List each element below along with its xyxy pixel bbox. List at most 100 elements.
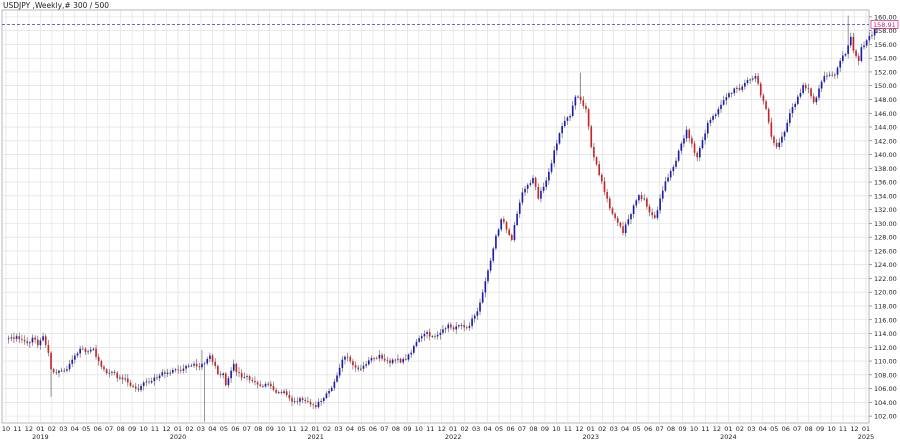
candle-body [190,365,193,367]
candle-body [179,370,182,371]
candle-body [214,361,217,366]
candle-body [664,181,667,191]
candle-body [383,358,386,361]
candle-body [863,45,865,48]
candle-body [775,142,778,147]
candle-body [558,133,561,144]
candle-body [124,378,126,380]
candle-body [254,381,256,383]
x-month-label: 10 [415,425,423,433]
candle-body [150,381,153,383]
candle-body [277,392,280,393]
x-month-label: 09 [541,425,549,433]
candle-body [76,353,79,356]
candle-body [593,146,595,158]
candle-body [111,371,113,373]
candle-body [796,96,799,104]
candle-body [240,372,243,378]
candle-body [415,341,418,347]
candle-body [103,366,105,370]
y-tick-label: 118.00 [874,302,897,310]
candle-body [203,363,206,365]
candle-body [603,181,606,193]
x-month-label: 12 [25,425,33,433]
candle-body [585,105,587,110]
candle-body [375,358,378,360]
candle-body [696,152,698,158]
candle-body [172,369,174,373]
candle-body [34,337,36,340]
y-tick-label: 136.00 [874,179,897,187]
candle-body [447,324,450,329]
x-month-label: 01 [174,425,182,433]
candle-body [736,87,738,89]
candle-body [807,88,810,90]
candle-body [13,337,15,339]
candle-body [436,334,439,337]
candle-body [439,332,442,335]
candle-body [283,391,285,394]
x-month-label: 02 [185,425,193,433]
candle-body [129,382,132,386]
candle-body [571,105,574,117]
candle-body [320,400,322,402]
x-month-label: 04 [71,425,79,433]
x-month-label: 12 [300,425,308,433]
x-month-label: 03 [747,425,755,433]
candle-body [248,376,251,380]
candle-body [847,45,849,55]
candle-body [468,325,471,328]
candle-body [164,372,166,374]
y-tick-label: 126.00 [874,247,897,255]
x-month-label: 09 [403,425,411,433]
candle-body [794,103,796,108]
candle-body [744,82,746,87]
candle-body [81,348,84,350]
candle-body [836,67,839,75]
candle-body [529,183,532,185]
candle-body [426,332,428,334]
candle-body [725,97,728,101]
candle-body [309,401,312,405]
candle-body [590,126,593,147]
candle-body [677,150,680,161]
candle-body [516,213,518,226]
x-month-label: 06 [231,425,239,433]
candle-body [360,368,362,370]
candle-body [791,107,794,114]
candle-body [423,333,426,337]
candle-body [301,398,304,401]
candle-body [74,355,76,360]
candle-body [256,382,259,385]
candle-body [267,383,269,385]
candle-body [624,224,627,234]
candle-body [706,122,709,134]
y-tick-label: 116.00 [874,316,897,324]
y-tick-label: 102.00 [874,413,897,421]
x-month-label: 06 [506,425,514,433]
candle-body [63,370,66,372]
candle-body [349,356,352,362]
candle-body [47,344,50,353]
candle-body [646,198,648,207]
x-month-label: 08 [392,425,400,433]
candle-body [291,398,293,402]
candle-body [638,195,640,201]
candle-body [630,214,632,220]
candle-body [465,327,468,329]
candle-body [839,60,842,68]
candle-body [741,86,744,90]
x-month-label: 05 [82,425,90,433]
candle-body [537,186,540,199]
x-month-label: 12 [575,425,583,433]
candle-body [873,29,876,36]
candle-body [659,198,661,211]
candle-body [548,171,550,181]
candle-body [799,92,802,97]
candle-body [367,360,370,365]
x-month-label: 11 [839,425,847,433]
x-month-label: 04 [346,425,354,433]
candle-body [767,109,770,123]
candle-body [828,74,831,76]
candle-body [786,122,789,132]
